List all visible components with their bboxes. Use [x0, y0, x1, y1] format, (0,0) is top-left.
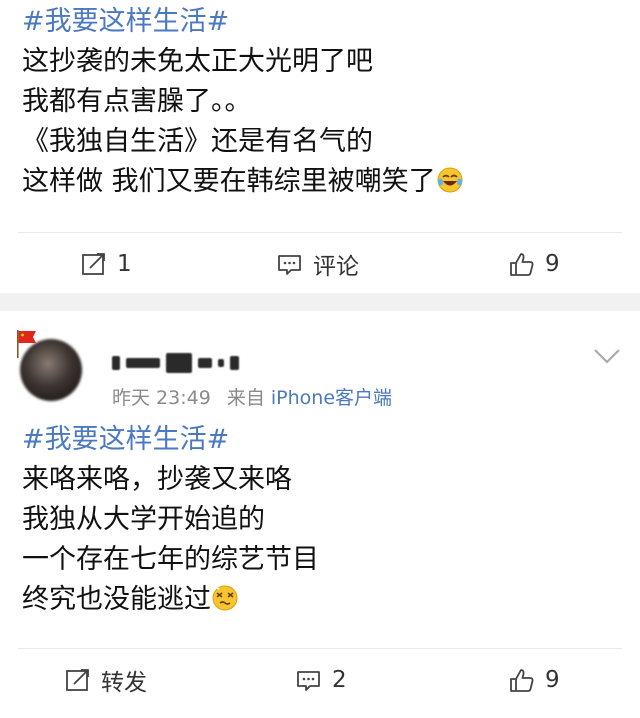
comment-button[interactable]: 评论 — [276, 244, 359, 284]
weibo-post-2: 昨天 23:49 来自 iPhone客户端 #我要这样生活# 来咯来咯，抄袭又来… — [0, 311, 640, 718]
like-icon — [510, 252, 534, 276]
source-prefix: 来自 — [226, 387, 265, 409]
post-text-line: 这样做 我们又要在韩综里被嘲笑了 — [22, 162, 464, 202]
repost-button[interactable]: 转发 — [64, 660, 147, 700]
comment-icon — [297, 670, 320, 691]
dizzy-face-emoji-icon — [212, 585, 238, 611]
repost-label: 转发 — [101, 670, 147, 696]
post-text-line: 《我独自生活》还是有名气的 — [22, 126, 373, 157]
avatar[interactable] — [16, 329, 92, 401]
like-button[interactable]: 9 — [508, 660, 560, 700]
nickname-blurred[interactable] — [112, 351, 239, 375]
weibo-post-1: #我要这样生活# 这抄袭的未免太正大光明了吧 我都有点害臊了。。 《我独自生活》… — [0, 0, 640, 293]
post-text-line: 我独从大学开始追的 — [22, 504, 265, 535]
like-icon — [510, 668, 534, 692]
share-icon — [66, 668, 89, 691]
divider — [18, 232, 622, 233]
post-text-line: 来咯来咯，抄袭又来咯 — [22, 464, 292, 495]
post-text-line: 我都有点害臊了。。 — [22, 86, 252, 117]
post-time: 昨天 23:49 — [112, 387, 211, 409]
chevron-down-icon[interactable] — [592, 345, 622, 367]
laughing-tears-emoji-icon — [437, 167, 463, 193]
post-text-line: 终究也没能逃过 — [22, 580, 319, 620]
post-body: #我要这样生活# 来咯来咯，抄袭又来咯 我独从大学开始追的 一个存在七年的综艺节… — [22, 420, 319, 620]
source-link[interactable]: iPhone客户端 — [271, 387, 392, 409]
divider — [18, 648, 622, 649]
share-icon — [82, 252, 105, 275]
like-count: 9 — [545, 667, 560, 693]
post-text-line: 一个存在七年的综艺节目 — [22, 544, 319, 575]
post-actions: 转发 2 9 — [0, 660, 640, 700]
flag-icon — [17, 330, 36, 358]
comment-icon — [278, 254, 301, 275]
repost-count: 1 — [117, 251, 132, 277]
hashtag-link[interactable]: #我要这样生活# — [22, 2, 464, 42]
comment-count: 2 — [332, 667, 347, 693]
comment-button[interactable]: 2 — [295, 660, 347, 700]
post-body: #我要这样生活# 这抄袭的未免太正大光明了吧 我都有点害臊了。。 《我独自生活》… — [22, 2, 464, 202]
post-meta: 昨天 23:49 来自 iPhone客户端 — [112, 383, 392, 410]
post-separator — [0, 293, 640, 311]
post-text-line: 这抄袭的未免太正大光明了吧 — [22, 46, 373, 77]
comment-label: 评论 — [313, 254, 359, 280]
like-count: 9 — [545, 251, 560, 277]
post-actions: 1 评论 9 — [0, 244, 640, 284]
repost-button[interactable]: 1 — [80, 244, 132, 284]
like-button[interactable]: 9 — [508, 244, 560, 284]
hashtag-link[interactable]: #我要这样生活# — [22, 420, 319, 460]
